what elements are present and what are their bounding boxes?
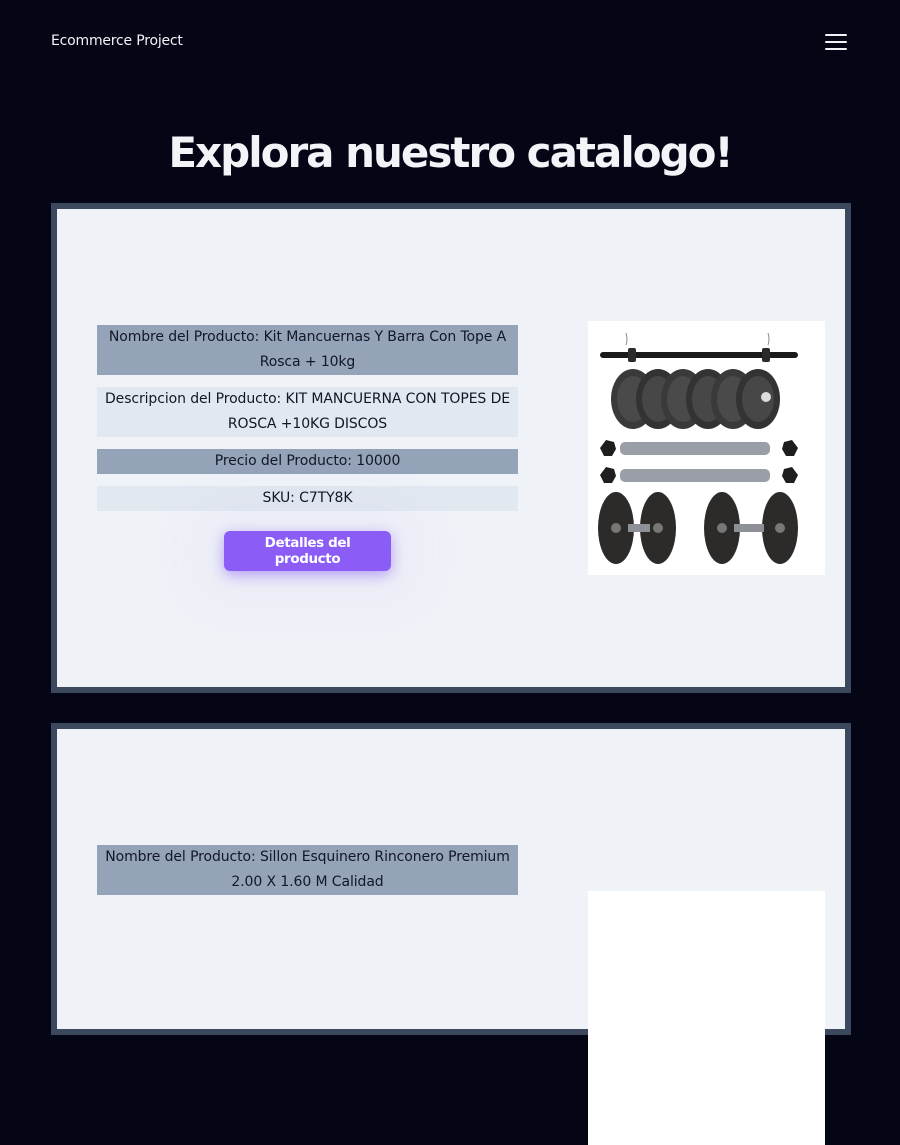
brand-link[interactable]: Ecommerce Project	[51, 33, 183, 49]
product-name: Nombre del Producto: Sillon Esquinero Ri…	[97, 845, 518, 895]
hamburger-line	[825, 34, 847, 36]
product-sku: SKU: C7TY8K	[97, 486, 518, 511]
product-card: Nombre del Producto: Kit Mancuernas Y Ba…	[51, 203, 851, 693]
hamburger-line	[825, 48, 847, 50]
product-card: Nombre del Producto: Sillon Esquinero Ri…	[51, 723, 851, 1145]
hamburger-menu-icon[interactable]	[822, 31, 850, 53]
hamburger-line	[825, 41, 847, 43]
product-name: Nombre del Producto: Kit Mancuernas Y Ba…	[97, 325, 518, 375]
dumbbell-kit-image	[588, 321, 825, 575]
product-description: Descripcion del Producto: KIT MANCUERNA …	[97, 387, 518, 437]
navbar: Ecommerce Project	[0, 0, 900, 85]
product-details-button[interactable]: Detalles del producto	[224, 531, 391, 571]
page-title: Explora nuestro catalogo!	[168, 128, 733, 177]
product-price: Precio del Producto: 10000	[97, 449, 518, 474]
dumbbell-kit-icon	[598, 332, 798, 564]
product-image	[588, 891, 825, 1145]
